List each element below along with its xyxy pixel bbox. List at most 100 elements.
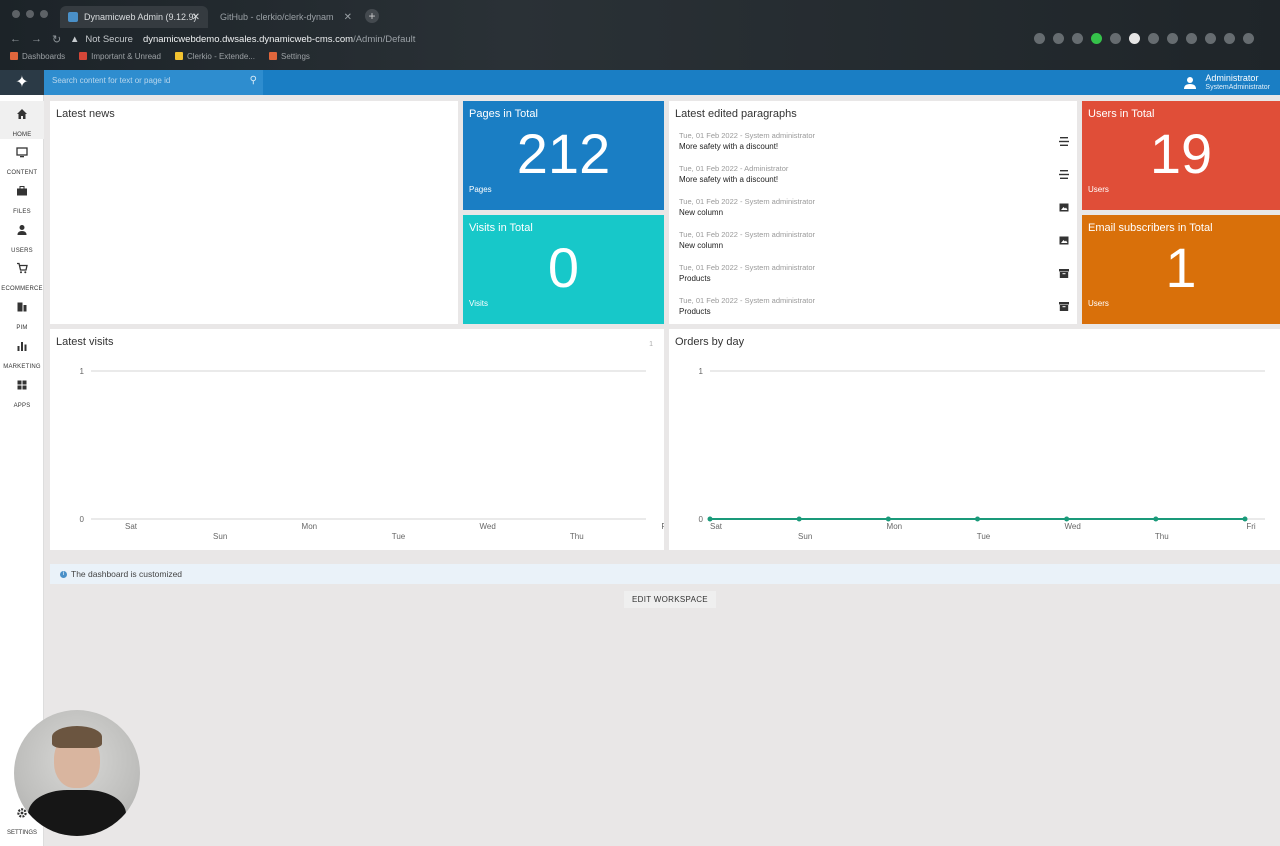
latest-news-card: Latest news (50, 101, 458, 324)
y-tick-label: 0 (699, 515, 704, 524)
new-tab-button[interactable]: + (365, 9, 379, 23)
visits-total-card[interactable]: Visits in Total 0 Visits (463, 215, 664, 324)
webcam-person-body (28, 790, 126, 836)
sidebar-item-content[interactable]: CONTENT (0, 139, 44, 177)
x-tick-label: Mon (887, 522, 903, 531)
extension-icons[interactable] (1034, 33, 1254, 44)
paragraph-name: New column (679, 208, 724, 217)
x-tick-label: Fri (1246, 522, 1256, 531)
stat-value: 212 (516, 122, 611, 185)
key-icon (1034, 33, 1045, 44)
dashboard-info-bar: i The dashboard is customized (50, 564, 1280, 584)
back-icon[interactable]: ← (10, 33, 21, 45)
paragraph-meta: Tue, 01 Feb 2022 - System administrator (679, 263, 816, 272)
x-tick-label: Sat (125, 522, 138, 531)
edit-workspace-button[interactable]: EDIT WORKSPACE (624, 591, 716, 608)
forward-icon[interactable]: → (31, 33, 42, 45)
sidebar-item-pim[interactable]: PIM (0, 294, 44, 332)
users-total-card[interactable]: Users in Total 19 Users (1082, 101, 1280, 210)
paragraph-name: Products (679, 274, 711, 283)
image-icon (1059, 203, 1069, 212)
info-icon: i (60, 570, 67, 578)
paragraph-meta: Tue, 01 Feb 2022 - System administrator (679, 197, 816, 206)
security-label: Not Secure (85, 33, 133, 45)
paragraph-meta: Tue, 01 Feb 2022 - Administrator (679, 164, 789, 173)
sidebar-item-apps[interactable]: APPS (0, 372, 44, 410)
close-icon[interactable]: ✕ (192, 12, 200, 23)
share-icon (1053, 33, 1064, 44)
address-bar[interactable]: ▲ Not Secure dynamicwebdemo.dwsales.dyna… (70, 30, 990, 48)
paragraph-name: More safety with a discount! (679, 175, 779, 184)
x-tick-label: Thu (570, 532, 584, 541)
data-point (1064, 516, 1070, 522)
star-icon (1072, 33, 1083, 44)
extension-icon (1148, 33, 1159, 44)
person-icon (17, 225, 27, 235)
bar-chart-icon (17, 342, 27, 351)
x-tick-label: Sun (798, 532, 812, 541)
user-name: Administrator (1205, 73, 1259, 83)
bookmark-dashboards[interactable]: Dashboards (10, 52, 65, 61)
card-title: Latest edited paragraphs (675, 108, 797, 120)
window-controls[interactable] (12, 10, 48, 18)
card-title: Users in Total (1088, 108, 1155, 120)
paragraph-name: More safety with a discount! (679, 142, 779, 151)
stat-value: 1 (1165, 236, 1197, 299)
pim-icon (17, 302, 27, 312)
sidebar-item-ecommerce[interactable]: ECOMMERCE (0, 255, 44, 293)
list-item[interactable]: Tue, 01 Feb 2022 - System administrator … (679, 197, 1069, 230)
sidebar-item-home[interactable]: HOME (0, 101, 44, 139)
bookmark-important[interactable]: Important & Unread (79, 52, 161, 61)
user-menu[interactable]: Administrator SystemAdministrator (1183, 73, 1270, 92)
tab-dynamicweb-admin[interactable]: Dynamicweb Admin (9.12.9) ✕ (60, 6, 208, 28)
list-item[interactable]: Tue, 01 Feb 2022 - Administrator More sa… (679, 164, 1069, 197)
home-icon (17, 109, 27, 119)
x-tick-label: Mon (302, 522, 318, 531)
archive-icon (1059, 302, 1069, 311)
list-item[interactable]: Tue, 01 Feb 2022 - System administrator … (679, 131, 1069, 164)
warning-icon: ▲ (70, 33, 80, 45)
pages-total-card[interactable]: Pages in Total 212 Pages (463, 101, 664, 210)
bookmark-settings[interactable]: Settings (268, 52, 310, 61)
sidebar-item-files[interactable]: FILES (0, 178, 44, 216)
address-row: ← → ↻ ▲ Not Secure dynamicwebdemo.dwsale… (0, 29, 1280, 49)
extension-icon (1129, 33, 1140, 44)
data-point (975, 516, 980, 522)
sidebar-item-label: CONTENT (6, 170, 38, 176)
list-item[interactable]: Tue, 01 Feb 2022 - System administrator … (679, 296, 1069, 329)
data-point (707, 516, 713, 522)
latest-visits-card: Latest visits 1 10SatSunMonTueWedThuFri (50, 329, 664, 550)
paragraph-icon (1059, 170, 1069, 179)
latest-visits-chart: 1 0 Sat Sun Mon Tue Wed Thu Fri (80, 367, 664, 541)
sidebar-item-label: MARKETING (3, 364, 41, 370)
puzzle-icon (1205, 33, 1216, 44)
webcam-overlay (14, 710, 140, 836)
sidebar-item-marketing[interactable]: MARKETING (0, 333, 44, 371)
list-item[interactable]: Tue, 01 Feb 2022 - System administrator … (679, 263, 1069, 296)
list-item[interactable]: Tue, 01 Feb 2022 - System administrator … (679, 230, 1069, 263)
card-title: Visits in Total (469, 222, 533, 234)
extension-icon (1110, 33, 1121, 44)
sidebar-item-users[interactable]: USERS (0, 217, 44, 255)
sidebar-item-label: HOME (12, 132, 32, 138)
card-title: Pages in Total (469, 108, 538, 120)
search-input[interactable] (52, 76, 242, 85)
subscribers-total-card[interactable]: Email subscribers in Total 1 Users (1082, 215, 1280, 324)
sidebar-icon (1224, 33, 1235, 44)
x-tick-label: Wed (480, 522, 496, 531)
reload-icon[interactable]: ↻ (52, 33, 61, 46)
dynamicweb-logo-icon[interactable]: ✦ (0, 70, 44, 95)
tab-github[interactable]: GitHub - clerkio/clerk-dynam ✕ (212, 6, 360, 28)
bookmark-clerkio[interactable]: Clerkio - Extende... (174, 52, 255, 61)
search-box: ⚲ (44, 70, 263, 95)
close-icon[interactable]: ✕ (344, 12, 352, 23)
x-tick-label: Tue (977, 532, 991, 541)
url-path: /Admin/Default (353, 33, 416, 45)
search-icon[interactable]: ⚲ (250, 75, 257, 86)
stat-unit: Users (1088, 185, 1109, 194)
orders-by-day-card: Orders by day 1 0 Sat Sun Mon Tue Wed Thu Fri (669, 329, 1280, 550)
extension-icon (1167, 33, 1178, 44)
stat-unit: Users (1088, 299, 1109, 308)
briefcase-icon (17, 186, 27, 196)
sidebar-item-label: PIM (16, 325, 28, 331)
